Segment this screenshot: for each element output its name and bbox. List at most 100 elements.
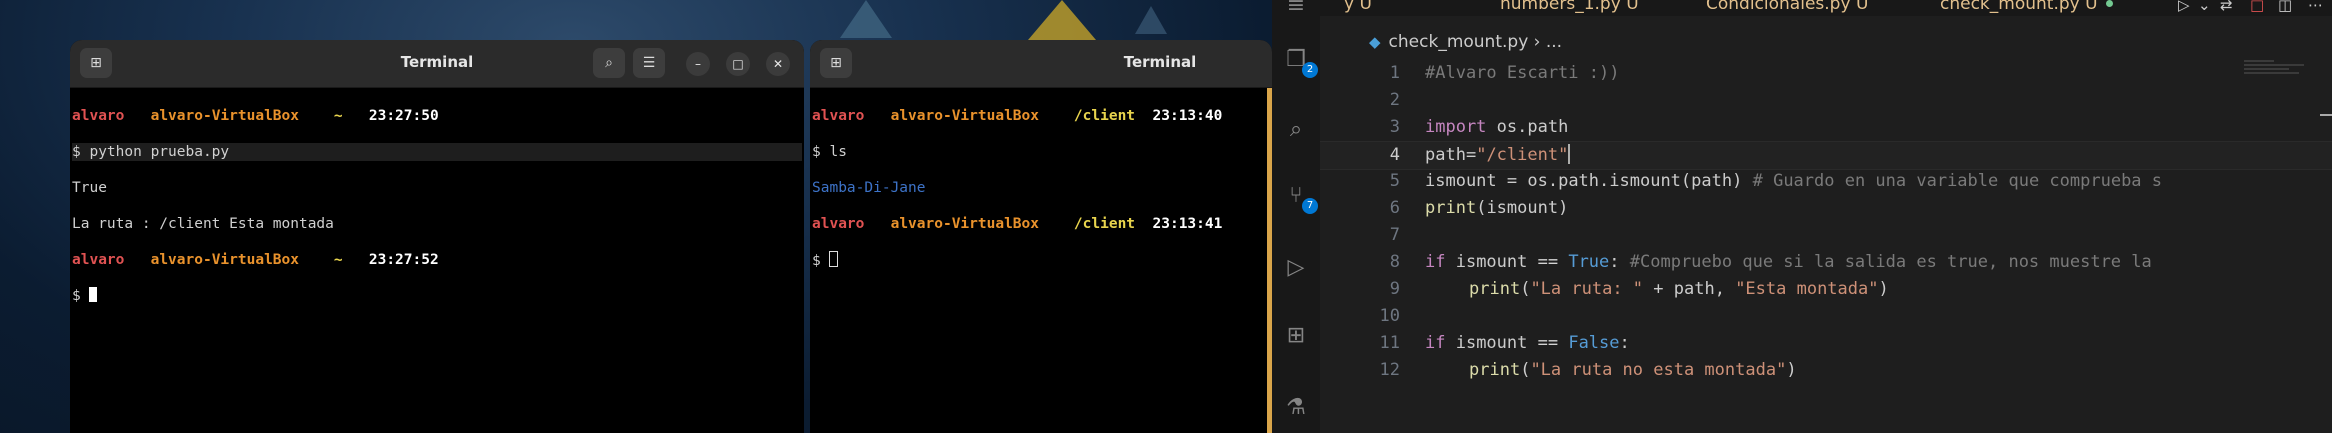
split-editor-icon[interactable]: ◫ [2278, 0, 2292, 14]
line-number: 8 [1389, 252, 1400, 272]
terminal-window-right[interactable]: ⊞ Terminal alvaro alvaro-VirtualBox /cli… [810, 40, 1272, 433]
new-tab-icon[interactable]: ⊞ [820, 48, 852, 78]
code-function: ismount [1609, 171, 1681, 191]
run-debug-icon[interactable]: ▷ [1280, 252, 1312, 284]
menu-icon[interactable]: ≡ [1280, 0, 1312, 22]
code-line-5: 5 ismount = os.path.ismount(path) # Guard… [1320, 168, 2332, 195]
tab-status: U [1855, 0, 1869, 14]
code-text: os.path [1486, 117, 1569, 137]
breadcrumb-symbol[interactable]: › ... [1534, 32, 1562, 52]
code-line-3: 3 import os.path [1320, 114, 2332, 141]
run-icon[interactable]: ▷ [2178, 0, 2190, 14]
minimap-line [2244, 60, 2274, 62]
terminal-header: ⊞ Terminal [810, 40, 1272, 88]
compare-icon[interactable]: ⇄ [2220, 0, 2233, 14]
stop-icon[interactable]: □ [2250, 0, 2264, 14]
menu-icon[interactable]: ☰ [633, 48, 665, 78]
prompt-host: alvaro-VirtualBox [150, 252, 299, 268]
code-line-9: 9 print("La ruta: " + path, "Esta montada… [1320, 276, 2332, 303]
code-editor[interactable]: 1 #Alvaro Escarti :)) 2 3 import os.path 4… [1320, 58, 2332, 433]
terminal-cursor [829, 251, 839, 267]
code-function: print [1469, 279, 1521, 299]
input-line[interactable]: $ [812, 251, 1270, 269]
line-number: 9 [1389, 279, 1400, 299]
tab[interactable]: y U [1344, 0, 1372, 14]
code-variable: path [1673, 279, 1715, 299]
prompt-line: alvaro alvaro-VirtualBox ~ 23:27:52 [72, 251, 802, 269]
prompt-host: alvaro-VirtualBox [890, 108, 1039, 124]
line-number: 10 [1379, 306, 1400, 326]
directory-entry: Samba-Di-Jane [812, 180, 926, 196]
search-icon[interactable]: ⌕ [1280, 114, 1312, 146]
terminal-header: ⊞ Terminal ⌕ ☰ – □ ✕ [70, 40, 804, 88]
tab-bar: y U numbers_1.py U Condicionales.py U ch… [1320, 0, 2332, 16]
tab-label: check_mount.py [1940, 0, 2080, 14]
tab-label: y [1344, 0, 1355, 14]
code-variable: ismount [1445, 333, 1538, 353]
wallpaper-shape [1135, 6, 1167, 34]
prompt-host: alvaro-VirtualBox [890, 216, 1039, 232]
code-function: print [1469, 360, 1521, 380]
terminal-output[interactable]: alvaro alvaro-VirtualBox /client 23:13:4… [810, 88, 1272, 306]
tab-active[interactable]: check_mount.py U [1940, 0, 2113, 14]
explorer-icon[interactable]: ❐ 2 [1280, 44, 1318, 78]
extensions-icon[interactable]: ⊞ [1280, 320, 1312, 352]
vscode-window: ≡ ❐ 2 ⌕ ⑂ 7 ▷ ⊞ ⚗ y U numbers_1.py U Condi… [1272, 0, 2332, 433]
prompt-symbol: $ [72, 144, 81, 160]
source-control-icon[interactable]: ⑂ 7 [1280, 180, 1318, 214]
code-operator: = [1465, 145, 1477, 165]
chevron-down-icon[interactable]: ⌄ [2198, 0, 2211, 14]
code-text: : [1609, 252, 1620, 272]
code-paren: ) [1732, 171, 1743, 191]
line-number: 11 [1379, 333, 1400, 353]
activity-bar: ≡ ❐ 2 ⌕ ⑂ 7 ▷ ⊞ ⚗ [1272, 0, 1320, 433]
terminal-output[interactable]: alvaro alvaro-VirtualBox ~ 23:27:50 $ py… [70, 88, 804, 342]
prompt-line: alvaro alvaro-VirtualBox ~ 23:27:50 [72, 107, 802, 125]
tab-status: U [2085, 0, 2098, 14]
command-line: $ ls [812, 143, 1270, 161]
code-line-7: 7 [1320, 222, 2332, 249]
code-paren: ) [1878, 279, 1889, 299]
testing-icon[interactable]: ⚗ [1280, 392, 1312, 424]
more-actions-icon[interactable]: ⋯ [2308, 0, 2323, 14]
code-string: "Esta montada" [1735, 279, 1879, 299]
code-paren: ( [1520, 279, 1531, 299]
tab[interactable]: Condicionales.py U [1706, 0, 1868, 14]
tab-label: numbers_1.py [1500, 0, 1621, 14]
prompt-line: alvaro alvaro-VirtualBox /client 23:13:4… [812, 215, 1270, 233]
minimap-line [2244, 64, 2304, 66]
prompt-time: 23:13:40 [1152, 108, 1223, 124]
tab[interactable]: numbers_1.py U [1500, 0, 1639, 14]
code-paren: ) [1786, 360, 1797, 380]
line-number: 6 [1389, 198, 1400, 218]
code-variable: ismount [1445, 252, 1538, 272]
code-paren: ( [1476, 198, 1487, 218]
breadcrumb[interactable]: ◆ check_mount.py › ... [1369, 32, 1562, 52]
prompt-symbol: $ [812, 253, 821, 269]
prompt-dir: /client [1073, 108, 1136, 124]
code-line-12: 12 print("La ruta no esta montada") [1320, 357, 2332, 384]
minimap-line [2244, 68, 2289, 70]
tab-status: U [1626, 0, 1639, 14]
code-line-6: 6 print(ismount) [1320, 195, 2332, 222]
line-number: 1 [1389, 63, 1400, 83]
search-icon[interactable]: ⌕ [593, 48, 625, 78]
close-icon[interactable]: ✕ [766, 52, 790, 76]
source-control-badge: 7 [1302, 198, 1318, 214]
minimize-icon[interactable]: – [686, 52, 710, 76]
terminal-window-left[interactable]: ⊞ Terminal ⌕ ☰ – □ ✕ alvaro alvaro-Virtu… [70, 40, 804, 433]
code-string: "La ruta no esta montada" [1530, 360, 1787, 380]
input-line[interactable]: $ [72, 287, 802, 305]
code-text: , [1714, 279, 1736, 299]
code-line-2: 2 [1320, 87, 2332, 114]
text-cursor [1568, 144, 1571, 164]
breadcrumb-file[interactable]: check_mount.py [1389, 32, 1529, 52]
prompt-user: alvaro [72, 252, 125, 268]
code-text: os.path. [1527, 171, 1610, 191]
code-text: : [1619, 333, 1630, 353]
code-operator: + [1643, 279, 1674, 299]
minimap[interactable] [2244, 60, 2324, 90]
maximize-icon[interactable]: □ [726, 52, 750, 76]
code-comment: #Alvaro Escarti :)) [1425, 63, 1620, 83]
code-paren: ( [1680, 171, 1692, 191]
